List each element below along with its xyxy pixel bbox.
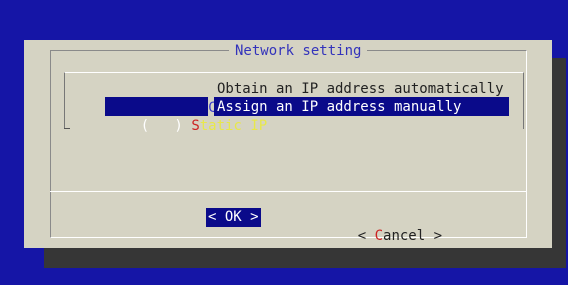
cancel-button[interactable]: < Cancel > [324, 208, 442, 244]
option-static-label: tatic IP [199, 118, 268, 134]
dialog-title: Network setting [229, 43, 368, 59]
cancel-button-hotkey: C [374, 228, 384, 244]
option-list-frame-corner [64, 128, 70, 129]
option-static-hotkey: S [191, 118, 200, 134]
network-setting-dialog: Network setting ( * ) DHCP Obtain an IP … [24, 40, 552, 248]
option-static-marker: ( ) [140, 118, 183, 134]
cancel-button-prefix: < [357, 228, 375, 244]
cancel-button-label: ancel > [383, 228, 443, 244]
option-static-description[interactable]: Assign an IP address manually [217, 98, 461, 117]
button-separator [50, 191, 526, 192]
ok-button[interactable]: < OK > [206, 208, 261, 227]
